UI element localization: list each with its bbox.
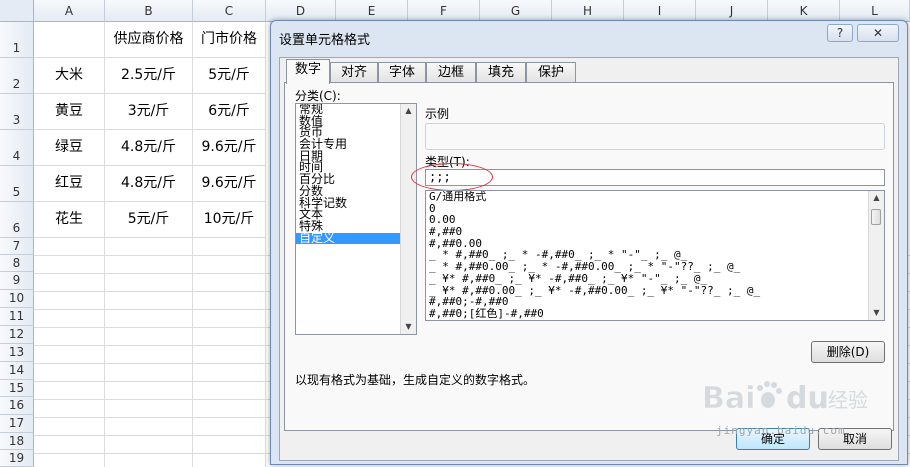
format-code-list[interactable]: G/通用格式 0 0.00 #,##0 #,##0.00 _ * #,##0_ …: [425, 190, 885, 321]
cell-a3[interactable]: 黄豆: [34, 94, 105, 130]
row-header-6[interactable]: 6: [0, 202, 34, 238]
cell-c2[interactable]: 5元/斤: [193, 58, 266, 94]
column-header-c[interactable]: C: [193, 0, 266, 22]
category-item-selected[interactable]: 自定义: [296, 232, 416, 245]
cell-a5[interactable]: 红豆: [34, 166, 105, 202]
row-header-4[interactable]: 4: [0, 130, 34, 166]
column-header-d[interactable]: D: [266, 0, 336, 22]
help-button[interactable]: ?: [827, 24, 853, 42]
cell-c1[interactable]: 门市价格: [193, 22, 266, 58]
cell-c3[interactable]: 6元/斤: [193, 94, 266, 130]
column-header-a[interactable]: A: [34, 0, 105, 22]
close-icon: ✕: [872, 26, 884, 40]
category-scrollbar[interactable]: ▲ ▼: [400, 104, 416, 334]
row-header-14[interactable]: 14: [0, 362, 34, 380]
cell-b1[interactable]: 供应商价格: [105, 22, 193, 58]
column-header-g[interactable]: G: [480, 0, 552, 22]
sample-label: 示例: [425, 107, 450, 121]
cell-a6[interactable]: 花生: [34, 202, 105, 238]
scroll-up-icon[interactable]: ▲: [869, 191, 884, 205]
tab-border[interactable]: 边框: [426, 62, 476, 83]
sample-preview: [425, 123, 885, 150]
select-all-corner[interactable]: [0, 0, 34, 22]
column-header-b[interactable]: B: [105, 0, 193, 22]
format-list-scrollbar[interactable]: ▲ ▼: [868, 191, 884, 320]
format-item[interactable]: 0.00: [426, 214, 884, 226]
description-text: 以现有格式为基础，生成自定义的数字格式。: [295, 373, 536, 387]
column-header-k[interactable]: K: [768, 0, 840, 22]
column-header-l[interactable]: L: [840, 0, 910, 22]
format-item[interactable]: #,##0;[红色]-#,##0: [426, 308, 884, 320]
scroll-down-icon[interactable]: ▼: [869, 306, 884, 320]
annotation-ellipse: [411, 163, 493, 191]
column-header-i[interactable]: I: [624, 0, 696, 22]
format-item[interactable]: G/通用格式: [426, 191, 884, 203]
watermark-url: jingyan.baidu.com: [716, 424, 846, 437]
column-header-h[interactable]: H: [552, 0, 624, 22]
row-header-7[interactable]: 7: [0, 238, 34, 255]
type-input[interactable]: ;;;: [425, 169, 885, 186]
row-header-12[interactable]: 12: [0, 326, 34, 344]
cell-a4[interactable]: 绿豆: [34, 130, 105, 166]
help-icon: ?: [836, 26, 844, 40]
row-header-16[interactable]: 16: [0, 397, 34, 415]
cell-a2[interactable]: 大米: [34, 58, 105, 94]
row-header-17[interactable]: 17: [0, 415, 34, 433]
row-header-9[interactable]: 9: [0, 272, 34, 290]
column-header-f[interactable]: F: [408, 0, 480, 22]
dialog-title: 设置单元格格式: [279, 33, 371, 48]
number-tab-panel: 分类(C): 常规 数值 货币 会计专用 日期 时间 百分比 分数 科学记数 文…: [284, 82, 894, 431]
row-header-1[interactable]: 1: [0, 22, 34, 58]
format-cells-dialog: 设置单元格格式 ? ✕ 数字 对齐 字体 边框 填充 保护 分类(C): 常规 …: [270, 20, 908, 465]
close-button[interactable]: ✕: [857, 24, 899, 42]
row-header-15[interactable]: 15: [0, 380, 34, 397]
row-header-19[interactable]: 19: [0, 450, 34, 467]
row-header-10[interactable]: 10: [0, 290, 34, 308]
tab-number[interactable]: 数字: [286, 59, 330, 84]
row-header-5[interactable]: 5: [0, 166, 34, 202]
category-label: 分类(C):: [295, 89, 341, 103]
delete-button[interactable]: 删除(D): [811, 341, 885, 363]
row-header-13[interactable]: 13: [0, 344, 34, 362]
scroll-thumb[interactable]: [871, 209, 881, 225]
cell-a1[interactable]: [34, 22, 105, 58]
scroll-up-icon[interactable]: ▲: [401, 104, 416, 118]
tab-alignment[interactable]: 对齐: [330, 62, 378, 83]
format-item[interactable]: _ ¥* #,##0_ ;_ ¥* -#,##0_ ;_ ¥* "-"_ ;_ …: [426, 273, 884, 285]
category-list[interactable]: 常规 数值 货币 会计专用 日期 时间 百分比 分数 科学记数 文本 特殊 自定…: [295, 103, 417, 335]
row-header-18[interactable]: 18: [0, 433, 34, 450]
cell-c5[interactable]: 9.6元/斤: [193, 166, 266, 202]
tab-font[interactable]: 字体: [378, 62, 426, 83]
row-header-11[interactable]: 11: [0, 308, 34, 326]
format-item[interactable]: #,##0: [426, 226, 884, 238]
format-item[interactable]: 0: [426, 203, 884, 215]
cell-c4[interactable]: 9.6元/斤: [193, 130, 266, 166]
row-header-3[interactable]: 3: [0, 94, 34, 130]
tab-protection[interactable]: 保护: [526, 62, 576, 83]
cell-c6[interactable]: 10元/斤: [193, 202, 266, 238]
row-header-8[interactable]: 8: [0, 255, 34, 272]
cell-b6[interactable]: 5元/斤: [105, 202, 193, 238]
cell-b5[interactable]: 4.8元/斤: [105, 166, 193, 202]
column-header-j[interactable]: J: [696, 0, 768, 22]
dialog-body: 数字 对齐 字体 边框 填充 保护 分类(C): 常规 数值 货币 会计专用 日…: [279, 57, 899, 461]
cell-b3[interactable]: 3元/斤: [105, 94, 193, 130]
row-header-2[interactable]: 2: [0, 58, 34, 94]
cell-b4[interactable]: 4.8元/斤: [105, 130, 193, 166]
scroll-down-icon[interactable]: ▼: [401, 320, 416, 334]
cell-b2[interactable]: 2.5元/斤: [105, 58, 193, 94]
tab-fill[interactable]: 填充: [476, 62, 526, 83]
column-header-e[interactable]: E: [336, 0, 408, 22]
